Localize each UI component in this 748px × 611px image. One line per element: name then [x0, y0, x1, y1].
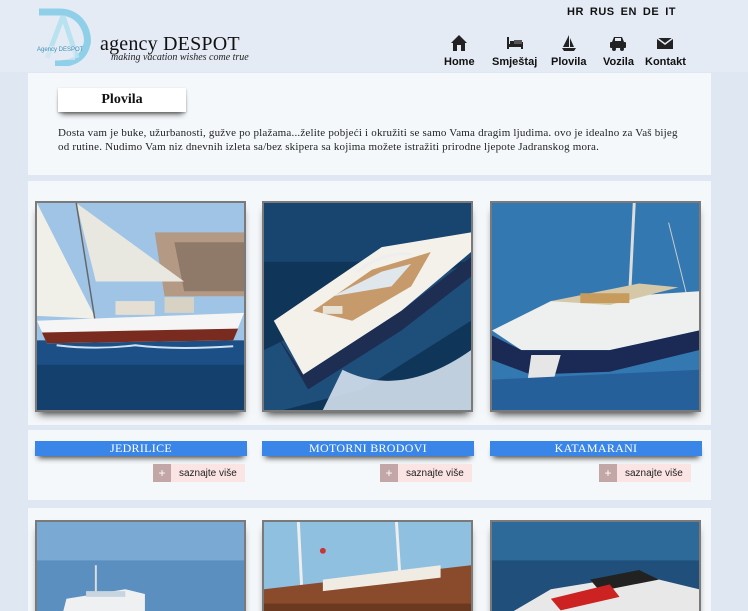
more-button-jedrilice[interactable]: + saznajte više: [153, 464, 245, 482]
more-button-motorni-brodovi[interactable]: + saznajte više: [380, 464, 472, 482]
nav-item-smjestaj[interactable]: Smještaj: [492, 33, 537, 68]
category-katamarani[interactable]: KATAMARANI: [490, 441, 702, 456]
lang-it[interactable]: IT: [665, 6, 676, 18]
bed-icon: [506, 37, 523, 49]
nav-item-home[interactable]: Home: [444, 33, 475, 68]
intro-panel: Plovila Dosta vam je buke, užurbanosti, …: [28, 73, 711, 175]
nav-item-plovila[interactable]: Plovila: [551, 33, 586, 68]
home-icon: [451, 35, 468, 51]
nav-label-home: Home: [444, 56, 475, 68]
jetski-photo-image: [492, 522, 699, 611]
photo-yacht[interactable]: [35, 520, 246, 611]
lang-de[interactable]: DE: [643, 6, 659, 18]
site-header: Agency DESPOT agency DESPOT making vacat…: [0, 0, 748, 72]
lang-hr[interactable]: HR: [567, 6, 584, 18]
gallery-panel-2: [28, 508, 711, 611]
more-button-katamarani[interactable]: + saznajte više: [599, 464, 691, 482]
page-title: Plovila: [58, 88, 186, 112]
motorboat-photo-image: [264, 203, 471, 410]
intro-text: Dosta vam je buke, užurbanosti, gužve po…: [58, 127, 678, 153]
sailboat-photo-image: [37, 203, 244, 410]
photo-gulet[interactable]: [262, 520, 473, 611]
lang-rus[interactable]: RUS: [590, 6, 615, 18]
plus-icon: +: [599, 464, 617, 482]
yacht-photo-image: [37, 522, 244, 611]
car-icon: [610, 37, 627, 51]
photo-jetski[interactable]: [490, 520, 701, 611]
language-switcher: HR RUS EN DE IT: [567, 6, 676, 18]
photo-catamaran[interactable]: [490, 201, 701, 412]
more-label: saznajte više: [179, 467, 237, 479]
plus-icon: +: [153, 464, 171, 482]
photo-sailboat[interactable]: [35, 201, 246, 412]
envelope-icon: [657, 37, 674, 49]
nav-label-vozila: Vozila: [603, 56, 634, 68]
gulet-photo-image: [264, 522, 471, 611]
lang-en[interactable]: EN: [621, 6, 637, 18]
main-nav: Home Smještaj Plovila Vozila Kontakt: [0, 33, 748, 69]
category-motorni-brodovi[interactable]: MOTORNI BRODOVI: [262, 441, 474, 456]
category-panel: JEDRILICE + saznajte više MOTORNI BRODOV…: [28, 430, 711, 500]
nav-item-vozila[interactable]: Vozila: [603, 33, 634, 68]
gallery-panel: [28, 181, 711, 425]
more-label: saznajte više: [406, 467, 464, 479]
nav-label-smjestaj: Smještaj: [492, 56, 538, 68]
sailboat-icon: [561, 35, 576, 51]
nav-item-kontakt[interactable]: Kontakt: [645, 33, 686, 68]
nav-label-kontakt: Kontakt: [645, 56, 686, 68]
catamaran-photo-image: [492, 203, 699, 410]
nav-label-plovila: Plovila: [551, 56, 587, 68]
more-label: saznajte više: [625, 467, 683, 479]
plus-icon: +: [380, 464, 398, 482]
photo-motorboat[interactable]: [262, 201, 473, 412]
category-jedrilice[interactable]: JEDRILICE: [35, 441, 247, 456]
